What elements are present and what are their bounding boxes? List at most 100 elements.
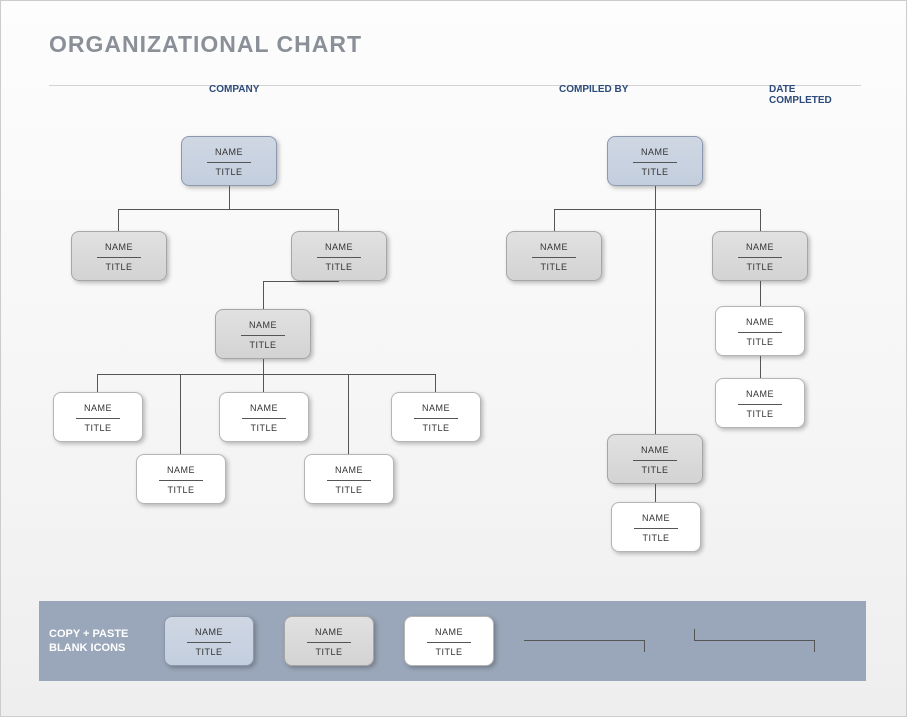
node-divider — [307, 642, 351, 643]
connector — [655, 484, 656, 502]
connector — [435, 374, 436, 392]
right-l3-node-a[interactable]: NAME TITLE — [715, 306, 805, 356]
right-root-node[interactable]: NAME TITLE — [607, 136, 703, 186]
left-l2-node-a[interactable]: NAME TITLE — [71, 231, 167, 281]
connector — [554, 209, 555, 231]
node-name: NAME — [608, 445, 702, 455]
left-l4-node-e[interactable]: NAME TITLE — [304, 454, 394, 504]
left-l4-node-c[interactable]: NAME TITLE — [391, 392, 481, 442]
node-name: NAME — [137, 465, 225, 475]
node-name: NAME — [72, 242, 166, 252]
node-title: TITLE — [220, 423, 308, 433]
footer-label-l1: COPY + PASTE — [49, 628, 128, 640]
node-divider — [97, 257, 141, 258]
connector — [263, 281, 339, 282]
node-divider — [242, 418, 286, 419]
node-name: NAME — [305, 465, 393, 475]
footer-label: COPY + PASTE BLANK ICONS — [39, 627, 159, 656]
left-root-node[interactable]: NAME TITLE — [181, 136, 277, 186]
connector — [263, 374, 264, 392]
node-name: NAME — [392, 403, 480, 413]
node-divider — [738, 257, 782, 258]
node-title: TITLE — [137, 485, 225, 495]
palette-connector-b[interactable] — [694, 629, 834, 653]
right-mid-node[interactable]: NAME TITLE — [607, 434, 703, 484]
document-page: ORGANIZATIONAL CHART COMPANY COMPILED BY… — [0, 0, 907, 717]
node-name: NAME — [507, 242, 601, 252]
node-title: TITLE — [716, 409, 804, 419]
node-name: NAME — [182, 147, 276, 157]
connector — [263, 281, 264, 309]
node-divider — [633, 162, 677, 163]
node-name: NAME — [220, 403, 308, 413]
node-title: TITLE — [182, 167, 276, 177]
node-name: NAME — [716, 317, 804, 327]
node-divider — [76, 418, 120, 419]
right-l2-node-b[interactable]: NAME TITLE — [712, 231, 808, 281]
left-l4-node-a[interactable]: NAME TITLE — [53, 392, 143, 442]
connector — [180, 374, 181, 454]
node-name: NAME — [405, 627, 493, 637]
node-name: NAME — [713, 242, 807, 252]
right-l3-node-b[interactable]: NAME TITLE — [715, 378, 805, 428]
right-l2-node-a[interactable]: NAME TITLE — [506, 231, 602, 281]
left-l4-node-d[interactable]: NAME TITLE — [136, 454, 226, 504]
connector — [554, 209, 760, 210]
connector — [263, 359, 264, 374]
palette-node-white[interactable]: NAME TITLE — [404, 616, 494, 666]
header-row: COMPANY COMPILED BY DATE COMPLETED — [49, 85, 861, 100]
node-divider — [241, 335, 285, 336]
header-company: COMPANY — [209, 84, 259, 95]
node-title: TITLE — [216, 340, 310, 350]
left-l2-node-b[interactable]: NAME TITLE — [291, 231, 387, 281]
node-title: TITLE — [285, 647, 373, 657]
connector — [338, 209, 339, 231]
node-title: TITLE — [292, 262, 386, 272]
node-divider — [414, 418, 458, 419]
connector — [118, 209, 119, 231]
palette-node-grey[interactable]: NAME TITLE — [284, 616, 374, 666]
node-divider — [738, 404, 782, 405]
node-title: TITLE — [305, 485, 393, 495]
connector — [760, 209, 761, 231]
connector — [655, 209, 656, 434]
left-l4-node-b[interactable]: NAME TITLE — [219, 392, 309, 442]
node-divider — [738, 332, 782, 333]
node-title: TITLE — [405, 647, 493, 657]
node-name: NAME — [54, 403, 142, 413]
node-title: TITLE — [612, 533, 700, 543]
palette-connector-a[interactable] — [524, 629, 664, 653]
connector — [348, 374, 349, 454]
connector — [229, 186, 230, 209]
node-divider — [207, 162, 251, 163]
connector — [97, 374, 98, 392]
right-leaf-node[interactable]: NAME TITLE — [611, 502, 701, 552]
node-divider — [427, 642, 471, 643]
node-title: TITLE — [72, 262, 166, 272]
connector — [118, 209, 338, 210]
connector — [760, 356, 761, 378]
node-divider — [187, 642, 231, 643]
node-name: NAME — [285, 627, 373, 637]
node-divider — [317, 257, 361, 258]
header-compiled-by: COMPILED BY — [559, 84, 628, 95]
node-divider — [159, 480, 203, 481]
connector — [760, 281, 761, 306]
footer-palette: COPY + PASTE BLANK ICONS NAME TITLE NAME… — [39, 601, 866, 681]
node-title: TITLE — [716, 337, 804, 347]
palette-node-blue[interactable]: NAME TITLE — [164, 616, 254, 666]
node-name: NAME — [612, 513, 700, 523]
node-title: TITLE — [54, 423, 142, 433]
node-title: TITLE — [713, 262, 807, 272]
node-name: NAME — [165, 627, 253, 637]
page-title: ORGANIZATIONAL CHART — [49, 31, 362, 58]
node-divider — [633, 460, 677, 461]
node-name: NAME — [716, 389, 804, 399]
footer-label-l2: BLANK ICONS — [49, 642, 125, 654]
node-title: TITLE — [392, 423, 480, 433]
node-divider — [532, 257, 576, 258]
node-title: TITLE — [507, 262, 601, 272]
left-l3-node[interactable]: NAME TITLE — [215, 309, 311, 359]
node-divider — [634, 528, 678, 529]
node-name: NAME — [608, 147, 702, 157]
